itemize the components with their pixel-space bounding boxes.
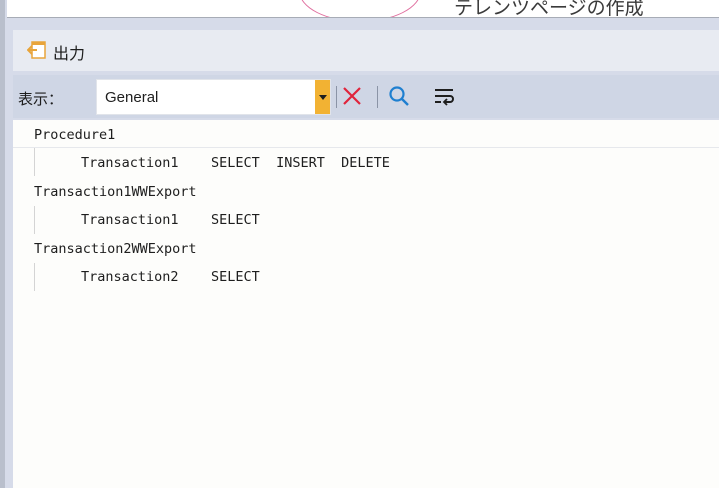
show-output-label: 表示： xyxy=(18,90,64,108)
toolbar-separator xyxy=(336,86,337,108)
output-toolbar: 表示： General xyxy=(13,75,719,118)
search-icon xyxy=(389,86,409,106)
red-x-icon xyxy=(343,87,361,105)
window-left-border xyxy=(0,0,5,488)
panel-title: 出力 xyxy=(53,44,86,63)
output-window-icon xyxy=(26,39,47,61)
word-wrap-icon xyxy=(435,89,454,106)
output-line: Transaction2 SELECT xyxy=(81,269,260,285)
indent-guide xyxy=(34,148,35,176)
document-text: テレンツページの作成 xyxy=(454,0,644,18)
toolbar-separator xyxy=(377,86,378,108)
divider xyxy=(13,147,719,148)
output-source-dropdown[interactable]: General xyxy=(96,79,331,115)
output-line: Transaction1 SELECT xyxy=(81,212,260,228)
word-wrap-button[interactable] xyxy=(430,82,458,110)
chevron-down-icon[interactable] xyxy=(315,80,330,114)
indent-guide xyxy=(34,206,35,234)
indent-guide xyxy=(34,263,35,291)
find-button[interactable] xyxy=(385,82,413,110)
output-panel-header[interactable]: 出力 xyxy=(13,30,719,71)
output-line: Transaction2WWExport xyxy=(34,241,197,257)
output-line: Procedure1 xyxy=(34,127,116,143)
output-line: Transaction1 SELECT INSERT DELETE xyxy=(81,155,390,171)
clear-button[interactable] xyxy=(338,82,366,110)
output-text-area[interactable]: Procedure1 Transaction1 SELECT INSERT DE… xyxy=(13,120,719,488)
output-source-value: General xyxy=(105,89,159,106)
diagram-shape xyxy=(299,0,421,17)
document-pane: テレンツページの作成 xyxy=(7,0,719,18)
output-line: Transaction1WWExport xyxy=(34,184,197,200)
